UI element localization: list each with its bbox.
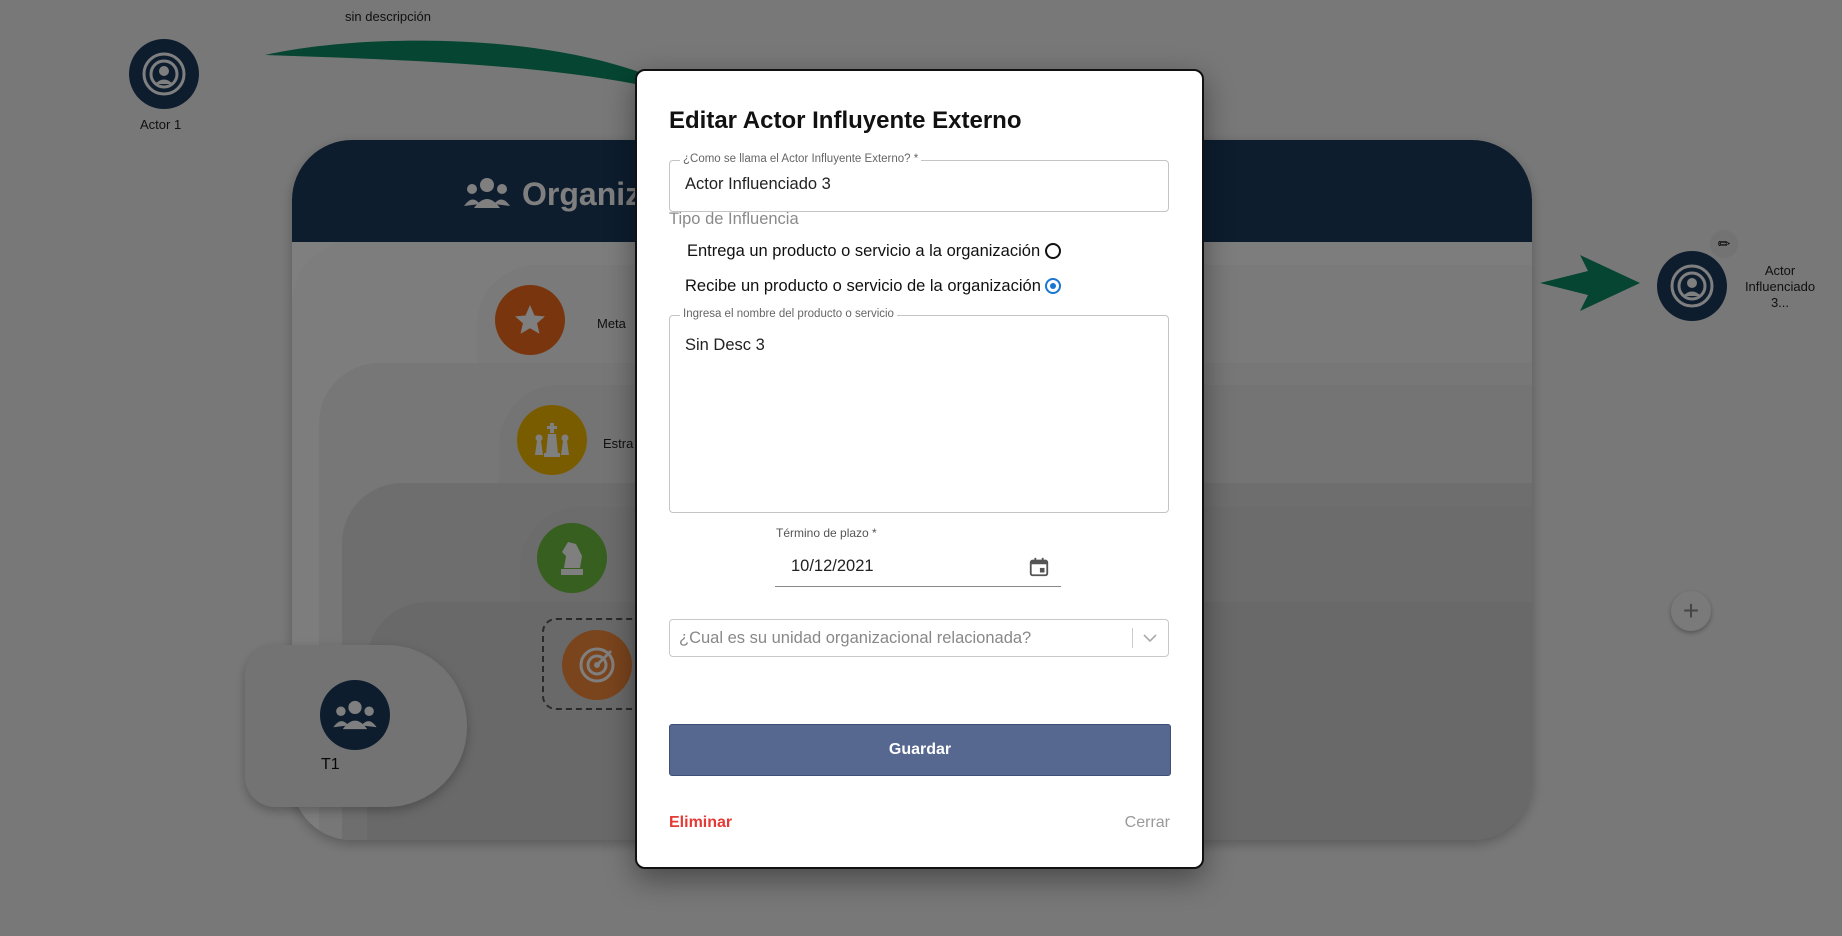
deadline-field[interactable]: Término de plazo * 10/12/2021 [775,526,1063,587]
deadline-value: 10/12/2021 [791,557,874,575]
product-value: Sin Desc 3 [685,336,765,354]
actor-name-field[interactable]: ¿Como se llama el Actor Influyente Exter… [669,153,1169,212]
product-field[interactable]: Ingresa el nombre del producto o servici… [669,308,1169,513]
chevron-down-icon[interactable] [1142,631,1158,645]
influence-type-label: Tipo de Influencia [669,210,799,228]
influence-option-entrega[interactable]: Entrega un producto o servicio a la orga… [687,242,1040,261]
radio-entrega[interactable] [1045,243,1061,259]
influence-option-recibe-label: Recibe un producto o servicio de la orga… [685,277,1041,295]
deadline-label: Término de plazo * [776,526,877,540]
save-button[interactable]: Guardar [669,724,1171,776]
org-unit-placeholder: ¿Cual es su unidad organizacional relaci… [679,629,1032,647]
dialog-title: Editar Actor Influyente Externo [669,107,1022,134]
product-label: Ingresa el nombre del producto o servici… [680,308,897,320]
calendar-icon[interactable] [1028,556,1050,578]
influence-option-recibe[interactable]: Recibe un producto o servicio de la orga… [685,277,1041,296]
radio-recibe[interactable] [1045,278,1061,294]
actor-name-label: ¿Como se llama el Actor Influyente Exter… [680,153,922,165]
edit-actor-dialog: Editar Actor Influyente Externo ¿Como se… [635,69,1204,869]
actor-name-value: Actor Influenciado 3 [685,175,831,193]
delete-button[interactable]: Eliminar [669,814,732,832]
org-unit-select[interactable]: ¿Cual es su unidad organizacional relaci… [669,619,1169,657]
close-button[interactable]: Cerrar [1125,814,1170,832]
influence-option-entrega-label: Entrega un producto o servicio a la orga… [687,242,1041,260]
